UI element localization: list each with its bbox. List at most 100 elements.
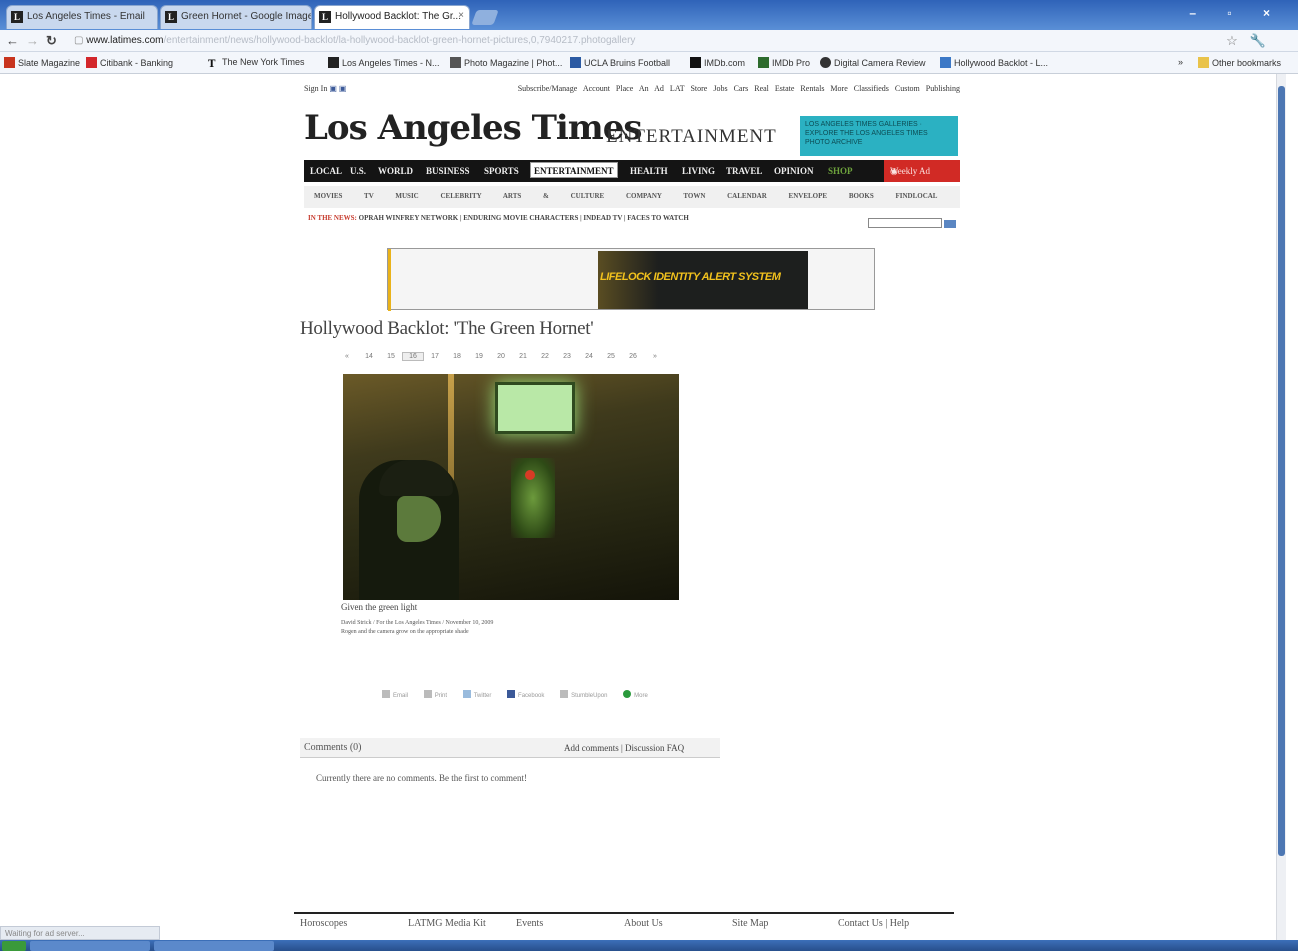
- bookmark-item[interactable]: T The New York Times: [208, 57, 305, 70]
- share-email[interactable]: Email: [393, 693, 408, 699]
- browser-tab[interactable]: L Los Angeles Times - Email: [6, 5, 158, 29]
- close-tab-icon[interactable]: ×: [458, 10, 464, 21]
- nav-sports[interactable]: SPORTS: [484, 166, 519, 176]
- wrench-icon[interactable]: 🔧: [1250, 33, 1278, 48]
- in-the-news-label: IN THE NEWS:: [308, 214, 357, 222]
- bookmark-item[interactable]: Photo Magazine | Phot...: [450, 57, 562, 68]
- subnav-books[interactable]: BOOKS: [849, 192, 874, 200]
- photo-caption: Given the green light: [341, 602, 418, 612]
- footer-site-map[interactable]: Site Map: [732, 918, 768, 929]
- share-twitter[interactable]: Twitter: [474, 693, 492, 699]
- bookmark-item[interactable]: Slate Magazine: [4, 57, 80, 68]
- star-bookmark-icon[interactable]: ☆: [1226, 33, 1250, 48]
- subnav-company-town[interactable]: COMPANY TOWN: [626, 192, 705, 200]
- in-the-news-links[interactable]: OPRAH WINFREY NETWORK | ENDURING MOVIE C…: [359, 214, 689, 222]
- subnav-calendar[interactable]: CALENDAR: [727, 192, 767, 200]
- address-bar[interactable]: ▢ www.latimes.com/entertainment/news/hol…: [70, 32, 1220, 50]
- nav-travel[interactable]: TRAVEL: [726, 166, 762, 176]
- bookmark-item[interactable]: IMDb Pro: [758, 57, 810, 68]
- share-print[interactable]: Print: [435, 693, 447, 699]
- pager-next[interactable]: »: [644, 353, 666, 360]
- share-more[interactable]: More: [634, 693, 648, 699]
- subnav-arts[interactable]: ARTS & CULTURE: [503, 192, 604, 200]
- comments-links[interactable]: Add comments | Discussion FAQ: [564, 743, 684, 753]
- subnav-celebrity[interactable]: CELEBRITY: [440, 192, 481, 200]
- footer-contact-help[interactable]: Contact Us | Help: [838, 918, 909, 929]
- nav-health[interactable]: HEALTH: [630, 166, 668, 176]
- vertical-scrollbar[interactable]: [1276, 74, 1286, 940]
- in-the-news: IN THE NEWS: OPRAH WINFREY NETWORK | END…: [308, 214, 689, 222]
- new-tab-button[interactable]: [471, 10, 499, 25]
- pager-item[interactable]: 17: [424, 353, 446, 360]
- other-bookmarks[interactable]: Other bookmarks: [1198, 57, 1281, 68]
- bookmark-label: Digital Camera Review: [834, 58, 926, 68]
- pager-item[interactable]: 21: [512, 353, 534, 360]
- footer-about-us[interactable]: About Us: [624, 918, 663, 929]
- bookmark-item[interactable]: UCLA Bruins Football: [570, 57, 670, 68]
- more-bookmarks-chevron-icon[interactable]: »: [1178, 57, 1183, 67]
- bookmark-item[interactable]: Hollywood Backlot - L...: [940, 57, 1048, 68]
- bookmark-label: Hollywood Backlot - L...: [954, 58, 1049, 68]
- subnav-tv[interactable]: TV: [364, 192, 374, 200]
- start-button[interactable]: [2, 941, 26, 951]
- subnav-music[interactable]: MUSIC: [395, 192, 418, 200]
- ucla-icon: [570, 57, 581, 68]
- reload-icon[interactable]: ↻: [46, 33, 57, 49]
- pager-prev[interactable]: «: [336, 353, 358, 360]
- citibank-icon: [86, 57, 97, 68]
- status-bar: Waiting for ad server...: [0, 926, 160, 940]
- forward-arrow-icon[interactable]: →: [26, 33, 39, 48]
- browser-tab-active[interactable]: L Hollywood Backlot: The Gr... ×: [314, 5, 470, 29]
- nav-us[interactable]: U.S.: [350, 166, 366, 176]
- search-input[interactable]: [868, 218, 942, 228]
- bookmark-label: Citibank - Banking: [100, 58, 174, 68]
- pager-item[interactable]: 20: [490, 353, 512, 360]
- nav-world[interactable]: WORLD: [378, 166, 413, 176]
- pager-item[interactable]: 23: [556, 353, 578, 360]
- masthead-logo[interactable]: Los Angeles Times: [304, 108, 643, 148]
- promo-banner[interactable]: LOS ANGELES TIMES GALLERIES · EXPLORE TH…: [800, 116, 958, 156]
- nav-business[interactable]: BUSINESS: [426, 166, 470, 176]
- nav-local[interactable]: LOCAL: [310, 166, 342, 176]
- window-controls[interactable]: – ▫ ×: [1189, 6, 1284, 20]
- share-stumbleupon[interactable]: StumbleUpon: [571, 693, 607, 699]
- subnav-findlocal[interactable]: FINDLOCAL: [895, 192, 937, 200]
- sign-in-link[interactable]: Sign In: [304, 84, 327, 93]
- os-taskbar: [0, 940, 1298, 951]
- pager-item[interactable]: 14: [358, 353, 380, 360]
- nav-shop[interactable]: SHOP: [828, 166, 853, 176]
- pager-item[interactable]: 26: [622, 353, 644, 360]
- pager-item[interactable]: 25: [600, 353, 622, 360]
- nav-living[interactable]: LIVING: [682, 166, 715, 176]
- pager-item-current[interactable]: 16: [402, 352, 424, 361]
- share-facebook[interactable]: Facebook: [518, 693, 544, 699]
- footer-events[interactable]: Events: [516, 918, 543, 929]
- bookmark-item[interactable]: Los Angeles Times - N...: [328, 57, 440, 68]
- subnav-movies[interactable]: MOVIES: [314, 192, 342, 200]
- weekly-ad-button[interactable]: ◉ Weekly Ad: [884, 160, 960, 182]
- scrollbar-thumb[interactable]: [1278, 86, 1285, 856]
- footer-horoscopes[interactable]: Horoscopes: [300, 918, 347, 929]
- pager-item[interactable]: 18: [446, 353, 468, 360]
- subnav-envelope[interactable]: ENVELOPE: [789, 192, 828, 200]
- lifelock-ad-banner[interactable]: LIFELOCK IDENTITY ALERT SYSTEM: [387, 248, 875, 311]
- utility-links[interactable]: Subscribe/Manage Account Place An Ad LAT…: [518, 84, 960, 93]
- bookmark-item[interactable]: IMDb.com: [690, 57, 745, 68]
- pager-item[interactable]: 19: [468, 353, 490, 360]
- pager-item[interactable]: 15: [380, 353, 402, 360]
- main-nav: LOCAL U.S. WORLD BUSINESS SPORTS ENTERTA…: [304, 160, 960, 182]
- back-arrow-icon[interactable]: ←: [6, 33, 19, 48]
- browser-tab[interactable]: L Green Hornet - Google Images: [160, 5, 312, 29]
- taskbar-item[interactable]: [154, 941, 274, 951]
- bookmark-label: IMDb Pro: [772, 58, 811, 68]
- nav-entertainment[interactable]: ENTERTAINMENT: [530, 162, 618, 178]
- bookmark-item[interactable]: Digital Camera Review: [820, 57, 926, 68]
- nav-opinion[interactable]: OPINION: [774, 166, 814, 176]
- gallery-photo[interactable]: [343, 374, 679, 600]
- footer-media-kit[interactable]: LATMG Media Kit: [408, 918, 486, 929]
- search-button[interactable]: [944, 220, 956, 228]
- pager-item[interactable]: 24: [578, 353, 600, 360]
- taskbar-item[interactable]: [30, 941, 150, 951]
- bookmark-item[interactable]: Citibank - Banking: [86, 57, 173, 68]
- pager-item[interactable]: 22: [534, 353, 556, 360]
